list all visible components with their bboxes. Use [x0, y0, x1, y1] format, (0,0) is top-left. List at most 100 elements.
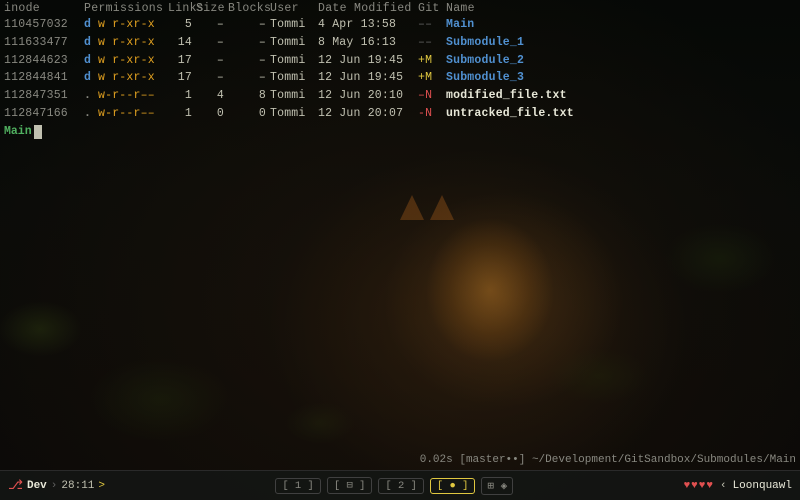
cell-links: 17 [168, 69, 196, 87]
cell-size: – [196, 69, 228, 87]
cell-user: Tommi [270, 105, 318, 123]
cell-size: – [196, 52, 228, 70]
cell-links: 1 [168, 87, 196, 105]
cell-inode: 111633477 [4, 34, 84, 52]
cell-date: 8 May 16:13 [318, 34, 418, 52]
branch-icon: ⎇ [8, 478, 23, 493]
cell-user: Tommi [270, 52, 318, 70]
cell-git: +M [418, 52, 446, 70]
branch-time: 28:11 [61, 480, 94, 492]
branch-separator: › [51, 480, 58, 492]
cell-date: 12 Jun 20:10 [318, 87, 418, 105]
branch-arrow: > [98, 480, 105, 492]
cell-name: modified_file.txt [446, 87, 567, 105]
cell-inode: 112844623 [4, 52, 84, 70]
hostname: Loonquawl [733, 480, 792, 492]
cell-links: 5 [168, 16, 196, 34]
path-info-text: 0.02s [master••] ~/Development/GitSandbo… [420, 454, 796, 466]
cell-perm: w-r--r–– [98, 105, 168, 123]
cell-name: Main [446, 16, 474, 34]
cell-perm: w r-xr-x [98, 16, 168, 34]
status-bar: ⎇ Dev › 28:11 > [ 1 ] [ ⊟ ] [ 2 ] [ ● ] … [0, 470, 800, 500]
table-row: 112844841 d w r-xr-x 17 – – Tommi 12 Jun… [4, 69, 796, 87]
cell-name: untracked_file.txt [446, 105, 574, 123]
table-row: 110457032 d w r-xr-x 5 – – Tommi 4 Apr 1… [4, 16, 796, 34]
cell-git: –– [418, 16, 446, 34]
cell-name: Submodule_3 [446, 69, 524, 87]
cell-type: d [84, 34, 98, 52]
col-header-date: Date Modified [318, 2, 418, 15]
table-row: 112847166 . w-r--r–– 1 0 0 Tommi 12 Jun … [4, 105, 796, 123]
cell-git: +M [418, 69, 446, 87]
cell-inode: 112847166 [4, 105, 84, 123]
status-pill-3[interactable]: [ 2 ] [378, 478, 424, 494]
status-chevron: ‹ [720, 480, 727, 492]
cell-date: 12 Jun 19:45 [318, 69, 418, 87]
branch-info: ⎇ Dev › 28:11 > [8, 478, 105, 493]
cell-perm: w r-xr-x [98, 52, 168, 70]
status-bar-left: ⎇ Dev › 28:11 > [8, 478, 105, 493]
table-header: inode Permissions Links Size Blocks User… [4, 2, 796, 15]
cell-size: – [196, 34, 228, 52]
cell-links: 1 [168, 105, 196, 123]
table-row: 112844623 d w r-xr-x 17 – – Tommi 12 Jun… [4, 52, 796, 70]
cell-name: Submodule_1 [446, 34, 524, 52]
col-header-name: Name [446, 2, 475, 15]
cell-perm: w r-xr-x [98, 69, 168, 87]
cell-blocks: – [228, 16, 270, 34]
cell-blocks: – [228, 69, 270, 87]
cell-date: 4 Apr 13:58 [318, 16, 418, 34]
cell-user: Tommi [270, 69, 318, 87]
cell-perm: w-r--r–– [98, 87, 168, 105]
col-header-user: User [270, 2, 318, 15]
cell-size: 4 [196, 87, 228, 105]
col-header-links: Links [168, 2, 196, 15]
cell-type: d [84, 69, 98, 87]
prompt-directory: Main [4, 125, 32, 138]
branch-name: Dev [27, 480, 47, 492]
cell-blocks: 8 [228, 87, 270, 105]
prompt-line: Main [4, 125, 796, 139]
col-header-permissions: Permissions [84, 2, 168, 15]
status-pill-2[interactable]: [ ⊟ ] [327, 477, 373, 494]
cell-user: Tommi [270, 87, 318, 105]
cell-perm: w r-xr-x [98, 34, 168, 52]
col-header-git: Git [418, 2, 446, 15]
terminal-content: inode Permissions Links Size Blocks User… [0, 0, 800, 470]
col-header-blocks: Blocks [228, 2, 270, 15]
cell-inode: 112847351 [4, 87, 84, 105]
cell-links: 14 [168, 34, 196, 52]
col-header-size: Size [196, 2, 228, 15]
cell-date: 12 Jun 20:07 [318, 105, 418, 123]
cell-type: . [84, 105, 98, 123]
cell-git: –– [418, 34, 446, 52]
cell-size: 0 [196, 105, 228, 123]
status-pill-1[interactable]: [ 1 ] [275, 478, 321, 494]
cell-git: –N [418, 87, 446, 105]
cell-blocks: – [228, 52, 270, 70]
status-bar-center: [ 1 ] [ ⊟ ] [ 2 ] [ ● ] ⊞ ◈ [275, 477, 513, 495]
cell-blocks: 0 [228, 105, 270, 123]
cell-type: d [84, 52, 98, 70]
file-table-body: 110457032 d w r-xr-x 5 – – Tommi 4 Apr 1… [4, 16, 796, 123]
hearts-indicator: ♥♥♥♥ [684, 480, 714, 492]
cell-date: 12 Jun 19:45 [318, 52, 418, 70]
cell-git: -N [418, 105, 446, 123]
cell-blocks: – [228, 34, 270, 52]
cell-user: Tommi [270, 34, 318, 52]
cell-type: d [84, 16, 98, 34]
cell-inode: 112844841 [4, 69, 84, 87]
table-row: 112847351 . w-r--r–– 1 4 8 Tommi 12 Jun … [4, 87, 796, 105]
cell-name: Submodule_2 [446, 52, 524, 70]
table-row: 111633477 d w r-xr-x 14 – – Tommi 8 May … [4, 34, 796, 52]
status-pill-4[interactable]: [ ● ] [430, 478, 476, 494]
cell-size: – [196, 16, 228, 34]
cell-links: 17 [168, 52, 196, 70]
status-icon-group[interactable]: ⊞ ◈ [481, 477, 513, 495]
cell-type: . [84, 87, 98, 105]
status-bar-right: ♥♥♥♥ ‹ Loonquawl [684, 480, 792, 492]
path-info-line: 0.02s [master••] ~/Development/GitSandbo… [420, 454, 796, 466]
cell-inode: 110457032 [4, 16, 84, 34]
cell-user: Tommi [270, 16, 318, 34]
cursor-block [34, 125, 42, 139]
